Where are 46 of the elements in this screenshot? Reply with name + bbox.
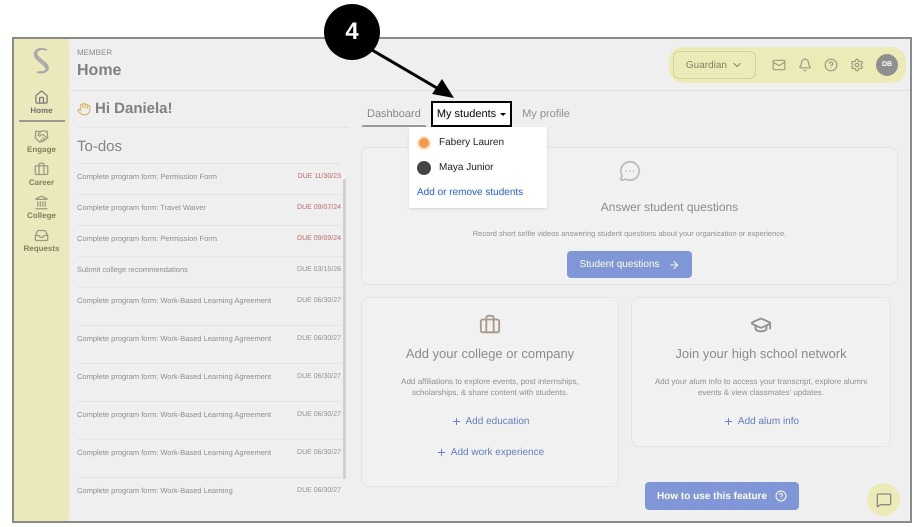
card-description: Add affiliations to explore events, post internships, scholarships, & share content with students.	[400, 376, 580, 398]
add-link[interactable]: Add education	[450, 414, 530, 428]
tab[interactable]: My students	[430, 101, 512, 127]
card-description: Add your alum info to access your transcript, explore alumni events & view classmates' updates.	[654, 376, 868, 398]
nav-icon	[34, 162, 49, 177]
todo-title: To-dos	[77, 137, 124, 157]
help-icon	[775, 490, 788, 502]
chat-bubble-icon	[618, 160, 640, 182]
sidebar-item[interactable]: Requests	[18, 225, 64, 258]
mail-icon[interactable]	[772, 58, 786, 72]
add-link[interactable]: Add alum info	[722, 414, 800, 428]
student-questions-button[interactable]: Student questions	[567, 251, 692, 278]
briefcase-icon	[479, 314, 501, 336]
add-remove-students-link[interactable]: Add or remove students	[413, 185, 543, 200]
greeting: Hi Daniela!	[95, 98, 173, 119]
chat-launcher[interactable]	[867, 483, 900, 516]
role-select[interactable]: Guardian	[672, 51, 756, 79]
page-eyebrow: MEMBER	[77, 47, 114, 59]
plus-icon	[722, 416, 734, 426]
settings-icon[interactable]	[850, 58, 864, 72]
tab[interactable]: My profile	[516, 101, 576, 127]
student-option[interactable]: Fabery Lauren	[413, 135, 543, 150]
help-feature-button[interactable]: How to use this feature	[645, 482, 800, 510]
sidebar-item[interactable]: Career	[18, 159, 64, 192]
sidebar-item[interactable]: Engage	[18, 126, 64, 159]
nav-icon	[34, 195, 49, 210]
help-icon[interactable]	[824, 58, 838, 72]
sidebar-item[interactable]: College	[18, 192, 64, 225]
card-title: Add your college or company	[406, 345, 574, 363]
nav-icon	[34, 90, 49, 105]
card-title: Answer student questions	[600, 199, 738, 216]
student-option[interactable]: Maya Junior	[413, 160, 543, 175]
bell-icon[interactable]	[798, 58, 812, 72]
plus-icon	[450, 416, 462, 426]
caret-icon	[500, 112, 506, 116]
sidebar-item[interactable]: Home	[18, 87, 64, 122]
nav-icon	[34, 228, 49, 243]
nav-icon	[34, 129, 49, 144]
plus-icon	[436, 446, 447, 458]
chat-icon	[876, 492, 892, 508]
card-title: Join your high school network	[675, 345, 847, 363]
waving-hand-icon	[77, 102, 91, 116]
page-title: Home	[77, 61, 122, 81]
step-number-badge: 4	[324, 4, 380, 60]
arrow-right-icon	[668, 258, 680, 271]
add-link[interactable]: Add work experience	[436, 444, 544, 460]
